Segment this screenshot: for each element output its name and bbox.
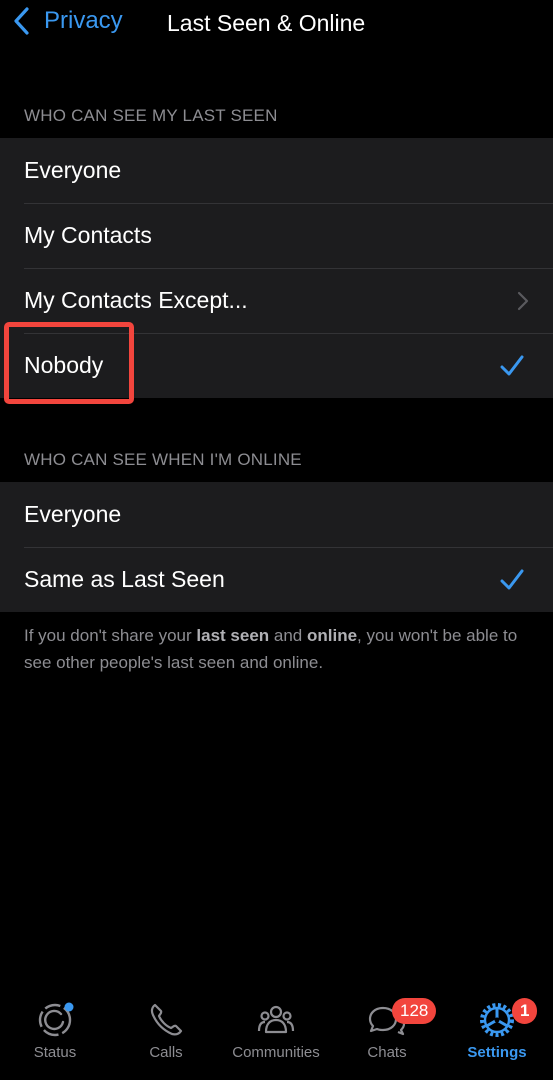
navigation-bar: Privacy Last Seen & Online: [0, 0, 553, 50]
tab-chats[interactable]: 128 Chats: [332, 998, 442, 1061]
online-section-header: WHO CAN SEE WHEN I'M ONLINE: [24, 450, 302, 469]
footer-bold: last seen: [196, 626, 270, 645]
tab-communities[interactable]: Communities: [221, 1000, 331, 1061]
chats-badge: 128: [392, 998, 437, 1024]
tab-bar: Status Calls Communities 128 Chats 1 Set…: [0, 990, 553, 1080]
option-label: Same as Last Seen: [24, 566, 225, 592]
option-label: Everyone: [24, 157, 122, 183]
tab-calls[interactable]: Calls: [111, 1000, 221, 1061]
footer-note: If you don't share your last seen and on…: [24, 622, 524, 676]
tab-label: Calls: [149, 1044, 183, 1061]
back-label: Privacy: [44, 7, 123, 34]
tab-label: Status: [33, 1044, 77, 1061]
page-title: Last Seen & Online: [167, 10, 366, 36]
online-options: Everyone Same as Last Seen: [0, 482, 553, 612]
online-option-same-as-last-seen[interactable]: Same as Last Seen: [0, 547, 553, 612]
tab-label: Chats: [367, 1044, 407, 1061]
last-seen-option-my-contacts[interactable]: My Contacts: [0, 203, 553, 268]
communities-icon: [257, 1005, 295, 1034]
option-label: My Contacts Except...: [24, 287, 248, 313]
tab-label: Settings: [467, 1044, 527, 1061]
last-seen-section-header: WHO CAN SEE MY LAST SEEN: [24, 106, 278, 125]
highlight-box: [4, 322, 134, 404]
tab-label: Communities: [232, 1044, 320, 1061]
footer-text: If you don't share your: [24, 626, 197, 645]
online-option-everyone[interactable]: Everyone: [0, 482, 553, 547]
option-label: My Contacts: [24, 222, 152, 248]
footer-bold: online: [306, 626, 358, 645]
checkmark-icon: [500, 355, 524, 375]
footer-text: and: [269, 626, 307, 645]
gear-icon: [480, 1003, 514, 1037]
checkmark-icon: [500, 569, 524, 589]
tab-status[interactable]: Status: [0, 1000, 110, 1061]
chevron-left-icon: [14, 7, 29, 35]
status-icon: [38, 1002, 74, 1037]
back-button[interactable]: Privacy: [12, 6, 123, 36]
chevron-right-icon: [517, 291, 529, 310]
option-label: Everyone: [24, 501, 122, 527]
phone-icon: [150, 1003, 183, 1036]
last-seen-option-everyone[interactable]: Everyone: [0, 138, 553, 203]
tab-settings[interactable]: 1 Settings: [442, 998, 552, 1061]
settings-badge: 1: [512, 998, 538, 1024]
